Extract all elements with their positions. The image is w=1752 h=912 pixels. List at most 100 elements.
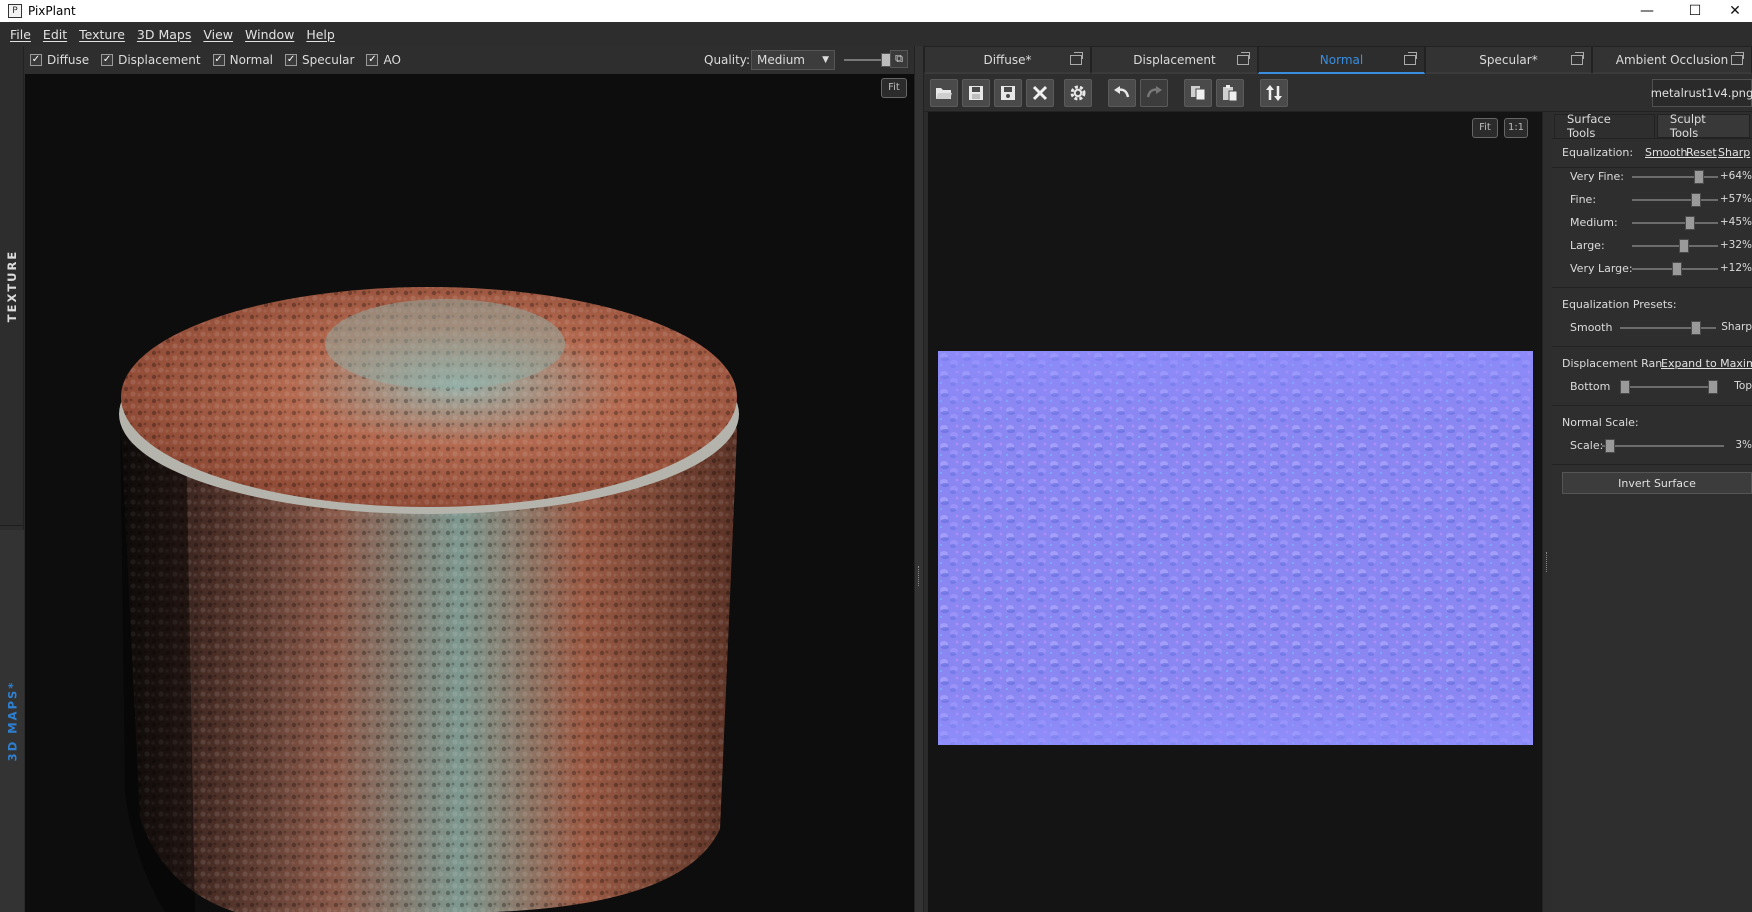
diffuse-checkbox-label: Diffuse xyxy=(47,53,90,67)
medium-label: Medium: xyxy=(1570,216,1618,229)
slider-thumb[interactable] xyxy=(1679,239,1689,253)
save-as-icon xyxy=(1001,86,1015,100)
tab-sculpt-tools[interactable]: Sculpt Tools xyxy=(1656,112,1750,140)
menu-file[interactable]: File xyxy=(4,27,37,42)
clear-button[interactable] xyxy=(1026,79,1054,107)
scale-label: Scale: xyxy=(1570,439,1604,452)
ao-checkbox[interactable]: ✓ AO xyxy=(366,53,401,67)
top-label: Top xyxy=(1734,380,1752,392)
very-fine-value: +64% xyxy=(1719,170,1752,182)
save-as-button[interactable] xyxy=(994,79,1022,107)
float-tab-icon[interactable] xyxy=(1237,52,1250,65)
displacement-range-label: Displacement Ran xyxy=(1562,357,1663,370)
float-tab-icon[interactable] xyxy=(1404,52,1417,65)
menu-window[interactable]: Window xyxy=(239,27,300,42)
menu-help[interactable]: Help xyxy=(300,27,341,42)
tab-diffuse[interactable]: Diffuse* xyxy=(924,46,1091,74)
redo-button[interactable] xyxy=(1140,79,1168,107)
large-value: +32% xyxy=(1719,239,1752,251)
very-fine-slider[interactable] xyxy=(1632,170,1718,184)
tab-normal[interactable]: Normal xyxy=(1258,46,1425,74)
menu-3d-maps[interactable]: 3D Maps xyxy=(131,27,197,42)
quality-dropdown[interactable]: Medium ▼ xyxy=(751,50,835,70)
slider-thumb[interactable] xyxy=(1605,439,1615,453)
normal-checkbox[interactable]: ✓ Normal xyxy=(212,53,273,67)
open-folder-icon xyxy=(936,88,952,99)
presets-slider[interactable] xyxy=(1620,321,1716,335)
displacement-range-slider[interactable] xyxy=(1620,380,1718,394)
fit-view-button[interactable]: Fit xyxy=(881,78,907,98)
fine-label: Fine: xyxy=(1570,193,1597,206)
equalization-smooth-link[interactable]: Smooth xyxy=(1645,146,1687,159)
float-tab-icon[interactable] xyxy=(1571,52,1584,65)
float-tab-icon[interactable] xyxy=(1731,52,1744,65)
slider-thumb-low[interactable] xyxy=(1620,380,1630,394)
expand-to-maximum-link[interactable]: Expand to Maxim xyxy=(1661,357,1752,370)
displacement-checkbox-label: Displacement xyxy=(118,53,201,67)
checkbox-check-icon: ✓ xyxy=(285,54,298,66)
side-tab-texture[interactable]: TEXTURE xyxy=(0,46,24,526)
invert-surface-button[interactable]: Invert Surface xyxy=(1562,472,1752,494)
close-window-button[interactable]: ✕ xyxy=(1712,0,1752,22)
menu-view[interactable]: View xyxy=(197,27,239,42)
3d-preview-viewport[interactable]: Fit xyxy=(25,74,914,912)
presets-slider-row: Smooth Sharp xyxy=(1562,318,1752,338)
paste-button[interactable] xyxy=(1216,79,1244,107)
menu-texture[interactable]: Texture xyxy=(73,27,131,42)
swap-button[interactable] xyxy=(1260,79,1288,107)
slider-thumb[interactable] xyxy=(1672,262,1682,276)
panel-splitter[interactable] xyxy=(914,46,924,912)
slider-thumb[interactable] xyxy=(1694,170,1704,184)
fit-map-button[interactable]: Fit xyxy=(1472,118,1498,138)
normal-scale-slider[interactable] xyxy=(1602,439,1724,453)
splitter-grip-icon xyxy=(918,566,920,586)
float-tab-icon[interactable] xyxy=(1070,52,1083,65)
tab-ambient-occlusion[interactable]: Ambient Occlusion xyxy=(1592,46,1752,74)
float-window-icon[interactable]: ⧉ xyxy=(890,50,908,68)
tools-splitter[interactable] xyxy=(1542,112,1552,912)
eq-slider-row: Very Large: +12% xyxy=(1562,259,1752,279)
equalization-label: Equalization: xyxy=(1562,146,1634,159)
displacement-range-row: Displacement Ran Expand to Maxim xyxy=(1562,354,1752,374)
actual-size-button[interactable]: 1:1 xyxy=(1504,118,1528,138)
close-icon xyxy=(1032,85,1048,101)
open-button[interactable] xyxy=(930,79,958,107)
minimize-button[interactable]: — xyxy=(1624,0,1670,22)
equalization-sharp-link[interactable]: Sharp xyxy=(1718,146,1750,159)
checkbox-check-icon: ✓ xyxy=(101,54,114,66)
tab-surface-tools[interactable]: Surface Tools xyxy=(1554,112,1655,140)
window-title: PixPlant xyxy=(28,4,76,18)
displacement-checkbox[interactable]: ✓ Displacement xyxy=(101,53,201,67)
fine-slider[interactable] xyxy=(1632,193,1718,207)
settings-button[interactable] xyxy=(1064,79,1092,107)
medium-slider[interactable] xyxy=(1632,216,1718,230)
slider-thumb[interactable] xyxy=(1691,321,1701,335)
fine-value: +57% xyxy=(1719,193,1752,205)
undo-icon xyxy=(1114,86,1130,98)
menu-edit[interactable]: Edit xyxy=(37,27,73,42)
specular-checkbox[interactable]: ✓ Specular xyxy=(285,53,354,67)
large-slider[interactable] xyxy=(1632,239,1718,253)
copy-button[interactable] xyxy=(1184,79,1212,107)
undo-button[interactable] xyxy=(1108,79,1136,107)
side-tab-3d-maps[interactable]: 3D MAPS* xyxy=(0,530,24,912)
slider-thumb[interactable] xyxy=(1685,216,1695,230)
equalization-reset-link[interactable]: Reset xyxy=(1686,146,1717,159)
menu-bar: File Edit Texture 3D Maps View Window He… xyxy=(0,22,1752,46)
map-viewport[interactable]: Fit 1:1 xyxy=(928,112,1542,912)
tab-displacement[interactable]: Displacement xyxy=(1091,46,1258,74)
very-large-slider[interactable] xyxy=(1632,262,1718,276)
save-button[interactable] xyxy=(962,79,990,107)
normal-scale-slider-row: Scale: 3% xyxy=(1562,436,1752,456)
diffuse-checkbox[interactable]: ✓ Diffuse xyxy=(30,53,89,67)
app-logo-icon: P xyxy=(8,4,22,18)
map-tabs: Diffuse* Displacement Normal Specular* A… xyxy=(924,46,1752,74)
slider-thumb-high[interactable] xyxy=(1708,380,1718,394)
dropdown-arrow-icon: ▼ xyxy=(822,55,829,65)
eq-slider-row: Medium: +45% xyxy=(1562,213,1752,233)
tab-specular[interactable]: Specular* xyxy=(1425,46,1592,74)
paste-icon xyxy=(1223,85,1238,102)
ao-checkbox-label: AO xyxy=(383,53,401,67)
eq-slider-row: Large: +32% xyxy=(1562,236,1752,256)
slider-thumb[interactable] xyxy=(1691,193,1701,207)
